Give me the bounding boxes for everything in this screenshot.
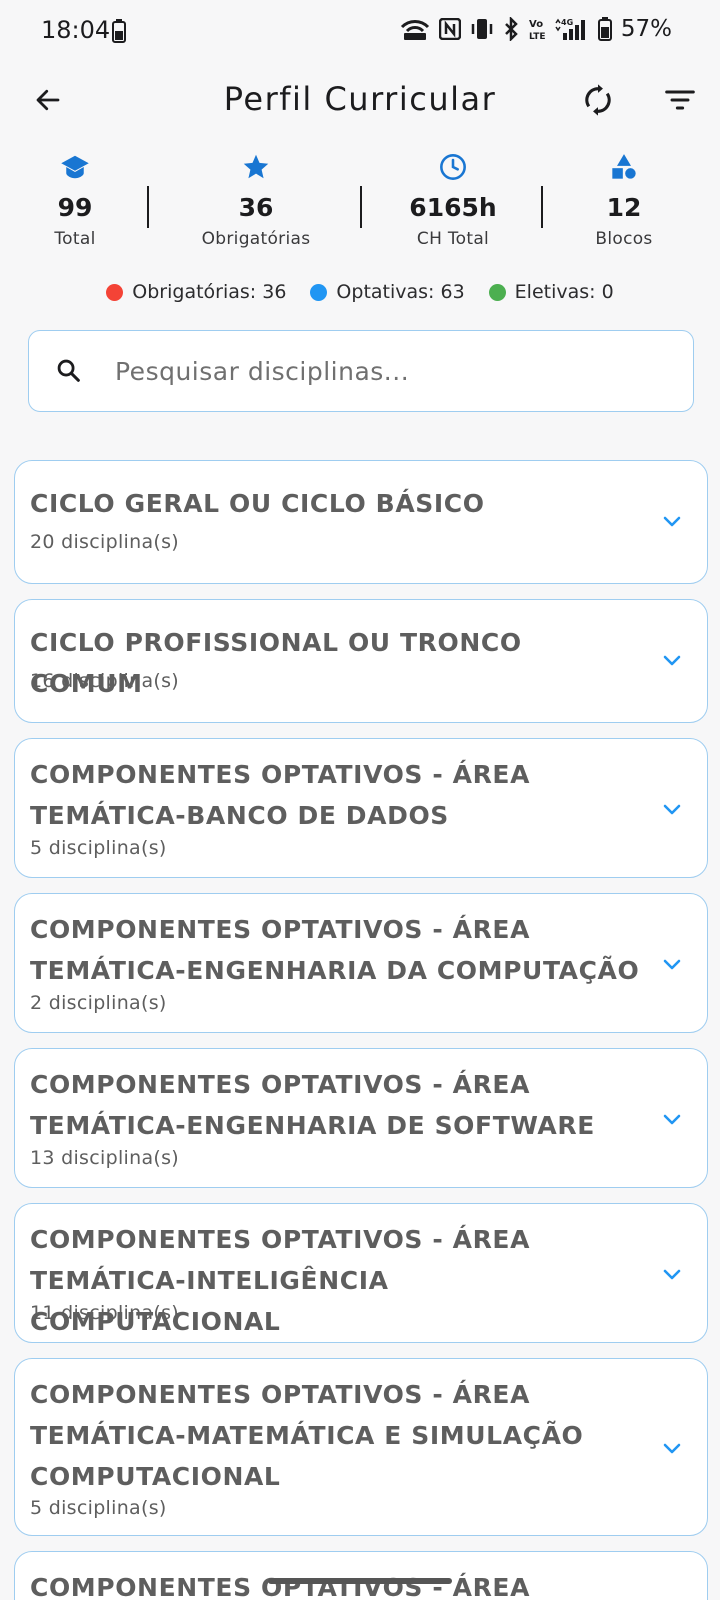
filter-icon [665, 90, 695, 110]
nfc-icon [438, 18, 461, 40]
category-shapes-icon [549, 150, 699, 184]
svg-text:Vo: Vo [529, 19, 543, 30]
stat-label: Obrigatórias [201, 229, 311, 249]
block-count: 13 disciplina(s) [30, 1147, 180, 1169]
block-title: COMPONENTES OPTATIVOS - ÁREA TEMÁTICA-BA… [30, 760, 531, 830]
sync-icon [585, 84, 611, 116]
legend-label: Obrigatórias: 36 [132, 281, 287, 303]
block-count: 5 disciplina(s) [30, 1497, 167, 1519]
chevron-down-icon[interactable] [657, 1433, 687, 1463]
volte-icon: Vo LTE [528, 17, 546, 41]
block-card[interactable]: CICLO PROFISSIONAL OU TRONCO COMUM 16 di… [14, 599, 708, 723]
stat-value: 99 [57, 193, 93, 222]
app-bar: Perfil Curricular [0, 62, 720, 138]
status-icons: Vo LTE 4G 57% [400, 16, 672, 42]
stat-value: 12 [606, 193, 642, 222]
bluetooth-icon [503, 17, 519, 41]
block-count: 20 disciplina(s) [30, 531, 180, 553]
block-card[interactable]: COMPONENTES OPTATIVOS - ÁREA TEMÁTICA-BA… [14, 738, 708, 878]
chevron-down-icon[interactable] [657, 1104, 687, 1134]
stat-label: Blocos [595, 229, 653, 249]
block-card[interactable]: COMPONENTES OPTATIVOS - ÁREA TEMÁTICA-MA… [14, 1358, 708, 1536]
red-dot-icon [106, 283, 124, 301]
chevron-down-icon[interactable] [657, 949, 687, 979]
signal-4g-icon: 4G [555, 17, 589, 41]
block-count: 5 disciplina(s) [30, 837, 167, 859]
chevron-down-icon[interactable] [657, 506, 687, 536]
chevron-down-icon[interactable] [657, 1259, 687, 1289]
block-title: COMPONENTES OPTATIVOS - ÁREA TEMÁTICA-EN… [30, 915, 640, 985]
search-box[interactable] [28, 330, 694, 412]
star-icon [181, 150, 331, 184]
stat-total: 99 Total [0, 150, 150, 249]
chevron-down-icon[interactable] [657, 794, 687, 824]
battery-percent: 57% [620, 16, 672, 42]
block-card[interactable]: CICLO GERAL OU CICLO BÁSICO 20 disciplin… [14, 460, 708, 584]
graduation-cap-icon [0, 150, 150, 184]
legend-item-optional: Optativas: 63 [310, 281, 465, 303]
search-input[interactable] [115, 343, 675, 399]
wifi-hotspot-icon [400, 18, 430, 40]
block-card[interactable]: COMPONENTES OPTATIVOS - ÁREA TEMÁTICA-EN… [14, 1048, 708, 1188]
stats-summary: 99 Total 36 Obrigatórias 6165h CH Total … [0, 150, 720, 262]
stat-label: CH Total [416, 229, 490, 249]
block-title: CICLO GERAL OU CICLO BÁSICO [30, 489, 485, 518]
vibrate-icon [470, 18, 494, 40]
status-time: 18:04 [41, 16, 111, 44]
home-indicator[interactable] [268, 1578, 452, 1584]
battery-small-icon [112, 19, 126, 43]
legend-item-mandatory: Obrigatórias: 36 [106, 281, 286, 303]
screen: 18:04 Vo LTE 4G 57% Perfil Curricular 99… [0, 0, 720, 1600]
block-card[interactable]: COMPONENTES OPTATIVOS - ÁREA TEMÁTICA-EN… [14, 893, 708, 1033]
block-title: COMPONENTES OPTATIVOS - ÁREA TEMÁTICA-MA… [30, 1380, 584, 1491]
type-legend: Obrigatórias: 36 Optativas: 63 Eletivas:… [0, 281, 720, 303]
legend-item-elective: Eletivas: 0 [488, 281, 614, 303]
stat-divider [147, 186, 149, 228]
status-bar: 18:04 Vo LTE 4G 57% [0, 0, 720, 62]
stat-divider [541, 186, 543, 228]
legend-label: Eletivas: 0 [514, 281, 614, 303]
legend-label: Optativas: 63 [336, 281, 465, 303]
stat-mandatory: 36 Obrigatórias [181, 150, 331, 249]
stat-divider [360, 186, 362, 228]
svg-text:LTE: LTE [529, 32, 546, 41]
sync-button[interactable] [574, 76, 622, 124]
stat-value: 6165h [409, 193, 497, 222]
block-title: COMPONENTES OPTATIVOS - ÁREA TEMÁTICA-EN… [30, 1070, 595, 1140]
stat-label: Total [54, 229, 96, 249]
svg-text:4G: 4G [561, 18, 573, 27]
blue-dot-icon [310, 283, 328, 301]
block-count: 2 disciplina(s) [30, 992, 167, 1014]
block-card[interactable]: COMPONENTES OPTATIVOS - ÁREA [14, 1551, 708, 1600]
search-icon [55, 357, 83, 389]
battery-icon [597, 17, 612, 41]
stat-blocks: 12 Blocos [549, 150, 699, 249]
filter-button[interactable] [656, 76, 704, 124]
block-count: 11 disciplina(s) [30, 1302, 180, 1324]
block-card[interactable]: COMPONENTES OPTATIVOS - ÁREA TEMÁTICA-IN… [14, 1203, 708, 1343]
green-dot-icon [488, 283, 506, 301]
chevron-down-icon[interactable] [657, 645, 687, 675]
stat-value: 36 [238, 193, 274, 222]
block-count: 16 disciplina(s) [30, 670, 180, 692]
clock-icon [378, 150, 528, 184]
stat-ch-total: 6165h CH Total [378, 150, 528, 249]
